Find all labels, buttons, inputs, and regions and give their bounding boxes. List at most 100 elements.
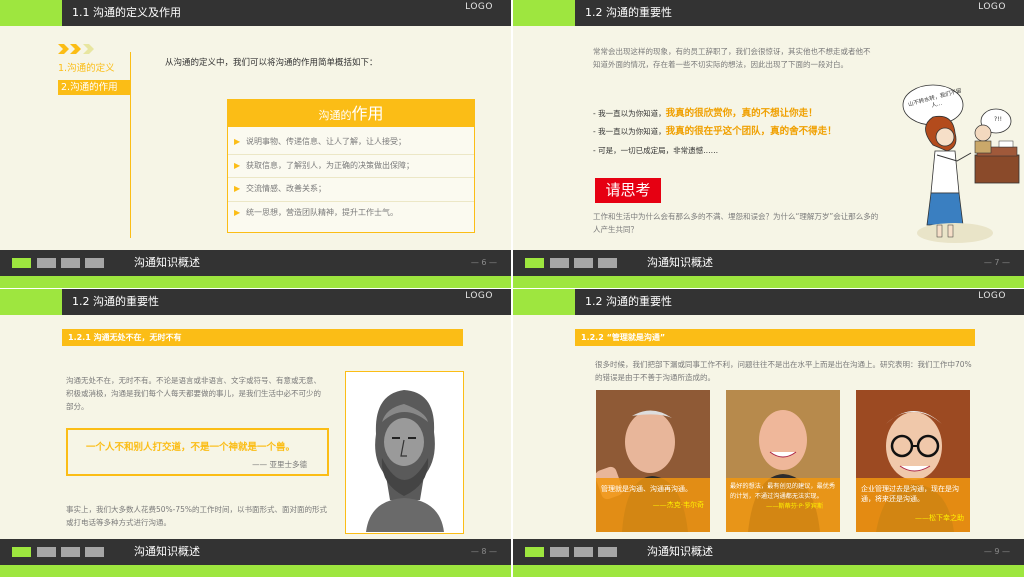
dialogue-emphasis: 我真的很欣赏你，真的不想让你走！ bbox=[665, 108, 818, 119]
list-item: ▶ 交流情感、改善关系； bbox=[228, 178, 474, 202]
footer-title: 沟通知识概述 bbox=[647, 256, 713, 269]
green-strip bbox=[513, 565, 1024, 577]
dialogue-prefix: - 我一直以为你知道， bbox=[593, 109, 666, 118]
list-item: ▶ 获取信息，了解别人，为正确的决策做出保障； bbox=[228, 155, 474, 178]
card-author: ——松下幸之助 bbox=[915, 514, 964, 522]
body-paragraph: 很多时候，我们把部下漏或同事工作不利，问题往往不是出在水平上而是出在沟通上。研究… bbox=[595, 360, 972, 382]
aristotle-portrait bbox=[345, 371, 464, 534]
dialogue-line: - 我一直以为你知道，我真的很在乎这个团队，真的舍不得走！ bbox=[593, 125, 893, 138]
speech-bubble-text: ?!! bbox=[994, 116, 1002, 123]
list-item: ▶ 统一思想，营造团队精神，提升工作士气。 bbox=[228, 202, 474, 225]
progress-square bbox=[550, 547, 569, 557]
green-strip bbox=[0, 276, 511, 288]
dialogue-line: - 可是，一切已成定局，非常遗憾…… bbox=[593, 146, 719, 155]
progress-square bbox=[550, 258, 569, 268]
list-item-text: 交流情感、改善关系； bbox=[246, 184, 326, 193]
progress-square bbox=[598, 547, 617, 557]
slide-header: 1.1 沟通的定义及作用 LOGO bbox=[0, 0, 511, 26]
think-badge: 请思考 bbox=[595, 178, 661, 203]
page-number: — 9 — bbox=[983, 547, 1010, 556]
progress-square bbox=[61, 258, 80, 268]
footer-title: 沟通知识概述 bbox=[134, 256, 200, 269]
page-number: — 7 — bbox=[983, 258, 1010, 267]
question-text: 工作和生活中为什么会有那么多的不满、埋怨和误会？为什么“理解万岁”会让那么多的人… bbox=[593, 212, 879, 234]
triangle-bullet-icon: ▶ bbox=[234, 207, 241, 217]
function-box-title: 沟通的作用 bbox=[228, 100, 474, 127]
card-author: ——杰克·韦尔奇 bbox=[652, 501, 704, 509]
slide-title: 1.2 沟通的重要性 bbox=[585, 295, 672, 308]
slide-8[interactable]: 1.2 沟通的重要性 LOGO 1.2.1 沟通无处不在，无时不有 沟通无处不在… bbox=[0, 289, 511, 577]
progress-square bbox=[37, 547, 56, 557]
slide-6[interactable]: 1.1 沟通的定义及作用 LOGO 1.沟通的定义 2.沟通的作用 从沟通的定义… bbox=[0, 0, 511, 288]
list-item: ▶ 说明事物、传递信息、让人了解，让人接受； bbox=[228, 131, 474, 155]
intro-text: 从沟通的定义中，我们可以将沟通的作用简单概括如下： bbox=[165, 58, 378, 68]
progress-square bbox=[85, 258, 104, 268]
slide-7[interactable]: 1.2 沟通的重要性 LOGO 常常会出现这样的现象，有的员工辞职了，我们会很惊… bbox=[513, 0, 1024, 288]
header-accent bbox=[0, 0, 62, 26]
slide-footer: 沟通知识概述 — 7 — bbox=[513, 250, 1024, 276]
card-overlay: 管理就是沟通、沟通再沟通。 ——杰克·韦尔奇 bbox=[596, 478, 710, 532]
slide-title: 1.1 沟通的定义及作用 bbox=[72, 6, 181, 19]
card-quote: 企业管理过去是沟通，现在是沟通，将来还是沟通。 bbox=[861, 485, 959, 503]
slide-header: 1.2 沟通的重要性 LOGO bbox=[0, 289, 511, 315]
slide-title: 1.2 沟通的重要性 bbox=[72, 295, 159, 308]
card-overlay: 企业管理过去是沟通，现在是沟通，将来还是沟通。 ——松下幸之助 bbox=[856, 478, 970, 532]
list-item-text: 获取信息，了解别人，为正确的决策做出保障； bbox=[246, 160, 414, 170]
triangle-bullet-icon: ▶ bbox=[234, 184, 241, 193]
function-box: 沟通的作用 ▶ 说明事物、传递信息、让人了解，让人接受； ▶ 获取信息，了解别人… bbox=[227, 99, 475, 233]
progress-square bbox=[12, 547, 31, 557]
nav-item-function[interactable]: 2.沟通的作用 bbox=[58, 80, 130, 95]
body-paragraph: 沟通无处不在，无时不有。不论是语言或非语言、文字或符号、有意或无意、积极或消极，… bbox=[66, 376, 321, 411]
nav-item-definition[interactable]: 1.沟通的定义 bbox=[58, 62, 130, 76]
box-title-small: 沟通的 bbox=[318, 109, 352, 122]
box-title-big: 作用 bbox=[351, 104, 384, 123]
dialogue-prefix: - 我一直以为你知道， bbox=[593, 127, 666, 136]
progress-square bbox=[598, 258, 617, 268]
progress-square bbox=[85, 547, 104, 557]
chevron-arrows-icon bbox=[58, 44, 94, 54]
card-author: ——斯蒂芬·P·罗宾斯 bbox=[766, 503, 824, 510]
slide-footer: 沟通知识概述 — 9 — bbox=[513, 539, 1024, 565]
slide-header: 1.2 沟通的重要性 LOGO bbox=[513, 289, 1024, 315]
green-strip bbox=[0, 565, 511, 577]
card-overlay: 最好的想法，最有创见的建议，最优秀的计划，不通过沟通都无法实现。 ——斯蒂芬·P… bbox=[726, 478, 840, 532]
body-paragraph: 事实上，我们大多数人花费50%-75%的工作时间，以书面形式、面对面的形式或打电… bbox=[66, 505, 328, 527]
logo: LOGO bbox=[465, 2, 493, 12]
page-number: — 6 — bbox=[470, 258, 497, 267]
nav-divider bbox=[130, 52, 131, 238]
green-strip bbox=[513, 276, 1024, 288]
slide-9[interactable]: 1.2 沟通的重要性 LOGO 1.2.2 “管理就是沟通” 很多时候，我们把部… bbox=[513, 289, 1024, 577]
triangle-bullet-icon: ▶ bbox=[234, 137, 241, 146]
header-accent bbox=[0, 289, 62, 315]
slide-footer: 沟通知识概述 — 6 — bbox=[0, 250, 511, 276]
slide-footer: 沟通知识概述 — 8 — bbox=[0, 539, 511, 565]
card-quote: 最好的想法，最有创见的建议，最优秀的计划，不通过沟通都无法实现。 bbox=[730, 483, 836, 500]
logo: LOGO bbox=[978, 291, 1006, 301]
progress-square bbox=[574, 547, 593, 557]
list-item-text: 说明事物、传递信息、让人了解，让人接受； bbox=[246, 137, 406, 146]
intro-paragraph: 常常会出现这样的现象，有的员工辞职了，我们会很惊讶，其实他也不想走或者他不知道外… bbox=[593, 47, 871, 69]
footer-title: 沟通知识概述 bbox=[647, 545, 713, 558]
function-list: ▶ 说明事物、传递信息、让人了解，让人接受； ▶ 获取信息，了解别人，为正确的决… bbox=[228, 131, 474, 224]
list-item-text: 统一思想，营造团队精神，提升工作士气。 bbox=[246, 207, 398, 217]
progress-square bbox=[525, 547, 544, 557]
quote-card: 最好的想法，最有创见的建议，最优秀的计划，不通过沟通都无法实现。 ——斯蒂芬·P… bbox=[726, 390, 840, 532]
progress-square bbox=[574, 258, 593, 268]
header-accent bbox=[513, 0, 575, 26]
dialogue-emphasis: 我真的很在乎这个团队，真的舍不得走！ bbox=[665, 126, 837, 137]
slide-title: 1.2 沟通的重要性 bbox=[585, 6, 672, 19]
progress-square bbox=[61, 547, 80, 557]
logo: LOGO bbox=[978, 2, 1006, 12]
quote-author: —— 亚里士多德 bbox=[252, 460, 307, 469]
footer-title: 沟通知识概述 bbox=[134, 545, 200, 558]
quote-card: 管理就是沟通、沟通再沟通。 ——杰克·韦尔奇 bbox=[596, 390, 710, 532]
logo: LOGO bbox=[465, 291, 493, 301]
quote-card: 企业管理过去是沟通，现在是沟通，将来还是沟通。 ——松下幸之助 bbox=[856, 390, 970, 532]
progress-square bbox=[525, 258, 544, 268]
progress-square bbox=[12, 258, 31, 268]
triangle-bullet-icon: ▶ bbox=[234, 160, 241, 170]
header-accent bbox=[513, 289, 575, 315]
section-header: 1.2.2 “管理就是沟通” bbox=[575, 329, 975, 346]
card-quote: 管理就是沟通、沟通再沟通。 bbox=[601, 485, 692, 493]
section-header: 1.2.1 沟通无处不在，无时不有 bbox=[62, 329, 463, 346]
